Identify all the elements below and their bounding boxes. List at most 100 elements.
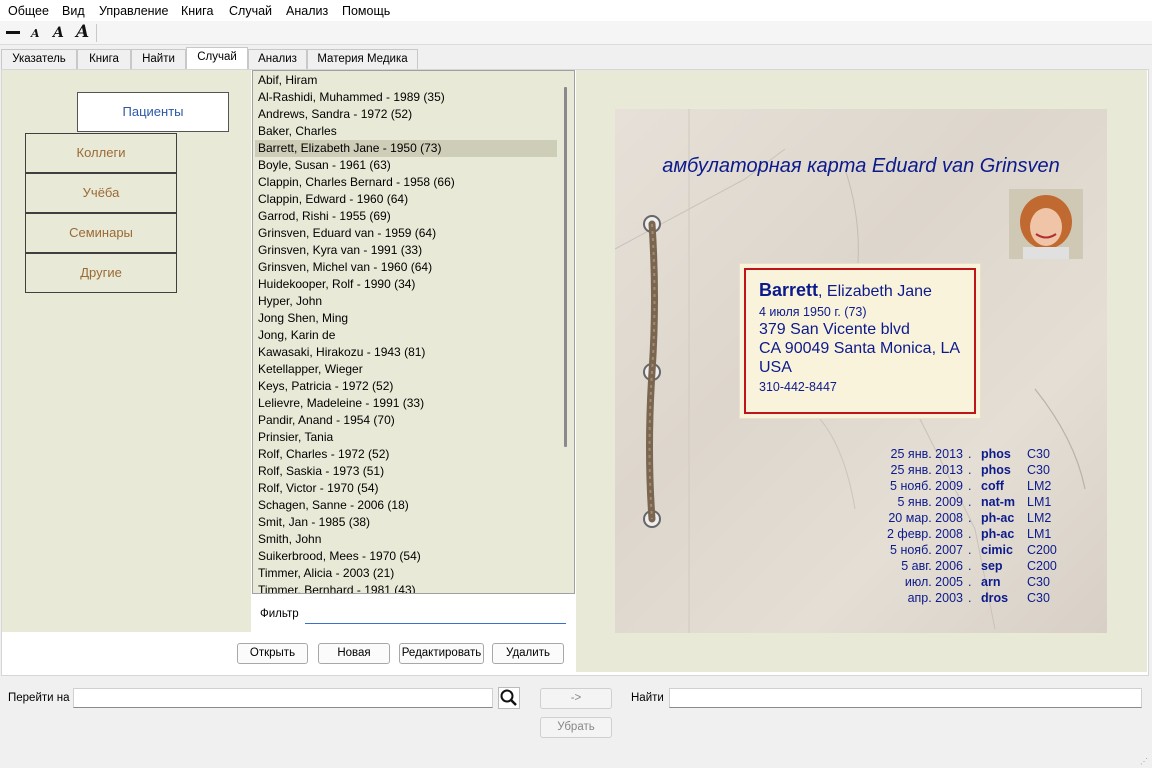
patient-row[interactable]: Jong, Karin de [255, 327, 557, 344]
resize-grip-icon[interactable]: ⋰ [1140, 757, 1148, 766]
tab-case[interactable]: Случай [186, 47, 248, 69]
history-date: 5 янв. 2009 [897, 495, 964, 509]
menu-general[interactable]: Общее [8, 4, 49, 18]
delete-button[interactable]: Удалить [492, 643, 564, 664]
font-larger-icon[interactable]: A [76, 22, 89, 42]
font-normal-icon[interactable]: A [53, 25, 64, 41]
address-label: Barrett, Elizabeth Jane 4 июля 1950 г. (… [739, 263, 981, 419]
case-preview: амбулаторная карта Eduard van Grinsven B… [576, 70, 1147, 672]
patient-row[interactable]: Grinsven, Michel van - 1960 (64) [255, 259, 557, 276]
category-seminars[interactable]: Семинары [25, 213, 177, 253]
patient-row[interactable]: Smit, Jan - 1985 (38) [255, 514, 557, 531]
patient-row[interactable]: Boyle, Susan - 1961 (63) [255, 157, 557, 174]
font-smaller-icon[interactable]: A [31, 27, 40, 40]
remove-button[interactable]: Убрать [540, 717, 612, 738]
patient-row[interactable]: Suikerbrood, Mees - 1970 (54) [255, 548, 557, 565]
history-remedy: coff [981, 479, 1004, 493]
new-button[interactable]: Новая [318, 643, 390, 664]
tab-book[interactable]: Книга [77, 49, 131, 69]
history-remedy: dros [981, 591, 1009, 605]
patient-photo [1009, 189, 1083, 259]
menu-book[interactable]: Книга [181, 4, 213, 18]
patient-row[interactable]: Garrod, Rishi - 1955 (69) [255, 208, 557, 225]
tab-index[interactable]: Указатель [1, 49, 77, 69]
search-icon[interactable] [498, 687, 520, 709]
patient-row[interactable]: Rolf, Saskia - 1973 (51) [255, 463, 557, 480]
patient-row[interactable]: Prinsier, Tania [255, 429, 557, 446]
filter-input[interactable] [305, 604, 566, 624]
history-separator: . [968, 543, 972, 557]
history-date: 5 авг. 2006 [901, 559, 963, 573]
category-pane: Пациенты Коллеги Учёба Семинары Другие [2, 70, 251, 632]
patient-row[interactable]: Baker, Charles [255, 123, 557, 140]
history-remedy: phos [981, 447, 1011, 461]
patient-row[interactable]: Grinsven, Eduard van - 1959 (64) [255, 225, 557, 242]
patient-row[interactable]: Smith, John [255, 531, 557, 548]
menu-manage[interactable]: Управление [99, 4, 169, 18]
history-potency: C30 [1027, 447, 1050, 461]
patient-row[interactable]: Schagen, Sanne - 2006 (18) [255, 497, 557, 514]
history-potency: LM1 [1027, 495, 1052, 509]
patient-row[interactable]: Kawasaki, Hirakozu - 1943 (81) [255, 344, 557, 361]
history-separator: . [968, 575, 972, 589]
patient-row[interactable]: Hyper, John [255, 293, 557, 310]
patient-row[interactable]: Grinsven, Kyra van - 1991 (33) [255, 242, 557, 259]
history-separator: . [968, 559, 972, 573]
history-potency: LM1 [1027, 527, 1052, 541]
patient-list[interactable]: Abif, Hiram Al-Rashidi, Muhammed - 1989 (… [252, 70, 575, 594]
history-date: 25 янв. 2013 [890, 447, 963, 461]
edit-button[interactable]: Редактировать [399, 643, 484, 664]
line-width-icon[interactable] [6, 31, 20, 34]
history-date: 20 мар. 2008 [888, 511, 963, 525]
patient-phone: 310-442-8447 [759, 380, 837, 394]
goto-input[interactable] [73, 688, 493, 708]
patient-row[interactable]: Barrett, Elizabeth Jane - 1950 (73) [255, 140, 557, 157]
category-other[interactable]: Другие [25, 253, 177, 293]
scrollbar[interactable] [564, 87, 567, 447]
history-remedy: cimic [981, 543, 1013, 557]
patient-row[interactable]: Abif, Hiram [255, 72, 557, 89]
tab-materia-medica[interactable]: Материя Медика [307, 49, 418, 69]
patient-row[interactable]: Clappin, Charles Bernard - 1958 (66) [255, 174, 557, 191]
patient-row[interactable]: Andrews, Sandra - 1972 (52) [255, 106, 557, 123]
history-separator: . [968, 479, 972, 493]
tab-analysis[interactable]: Анализ [248, 49, 307, 69]
patient-row[interactable]: Rolf, Victor - 1970 (54) [255, 480, 557, 497]
patient-row[interactable]: Jong Shen, Ming [255, 310, 557, 327]
patient-street: 379 San Vicente blvd [759, 321, 910, 338]
history-remedy: phos [981, 463, 1011, 477]
category-study[interactable]: Учёба [25, 173, 177, 213]
patient-row[interactable]: Rolf, Charles - 1972 (52) [255, 446, 557, 463]
history-date: 2 февр. 2008 [886, 527, 963, 541]
menu-analysis[interactable]: Анализ [286, 4, 328, 18]
patient-surname: Barrett [759, 280, 819, 300]
category-patients[interactable]: Пациенты [77, 92, 229, 132]
menu-view[interactable]: Вид [62, 4, 85, 18]
menu-help[interactable]: Помощь [342, 4, 390, 18]
open-button[interactable]: Открыть [237, 643, 308, 664]
patient-row[interactable]: Timmer, Alicia - 2003 (21) [255, 565, 557, 582]
history-date: 5 нояб. 2007 [890, 543, 963, 557]
find-label: Найти [631, 692, 664, 704]
patient-row[interactable]: Timmer, Bernhard - 1981 (43) [255, 582, 557, 593]
history-potency: C200 [1027, 559, 1057, 573]
patient-row[interactable]: Clappin, Edward - 1960 (64) [255, 191, 557, 208]
patient-row[interactable]: Huidekooper, Rolf - 1990 (34) [255, 276, 557, 293]
history-separator: . [968, 463, 972, 477]
find-input[interactable] [669, 688, 1142, 708]
tab-find[interactable]: Найти [131, 49, 186, 69]
patient-row[interactable]: Al-Rashidi, Muhammed - 1989 (35) [255, 89, 557, 106]
history-potency: C30 [1027, 463, 1050, 477]
patient-row[interactable]: Ketellapper, Wieger [255, 361, 557, 378]
menu-case[interactable]: Случай [229, 4, 272, 18]
history-remedy: nat-m [981, 495, 1016, 509]
patient-record-card: амбулаторная карта Eduard van Grinsven B… [615, 109, 1107, 633]
patient-row[interactable]: Keys, Patricia - 1972 (52) [255, 378, 557, 395]
patient-row[interactable]: Pandir, Anand - 1954 (70) [255, 412, 557, 429]
goto-arrow-button[interactable]: -> [540, 688, 612, 709]
patient-row[interactable]: Lelievre, Madeleine - 1991 (33) [255, 395, 557, 412]
category-colleagues[interactable]: Коллеги [25, 133, 177, 173]
patient-country: USA [759, 359, 792, 376]
history-date: июл. 2005 [904, 575, 963, 589]
toolbar-divider [96, 24, 97, 42]
